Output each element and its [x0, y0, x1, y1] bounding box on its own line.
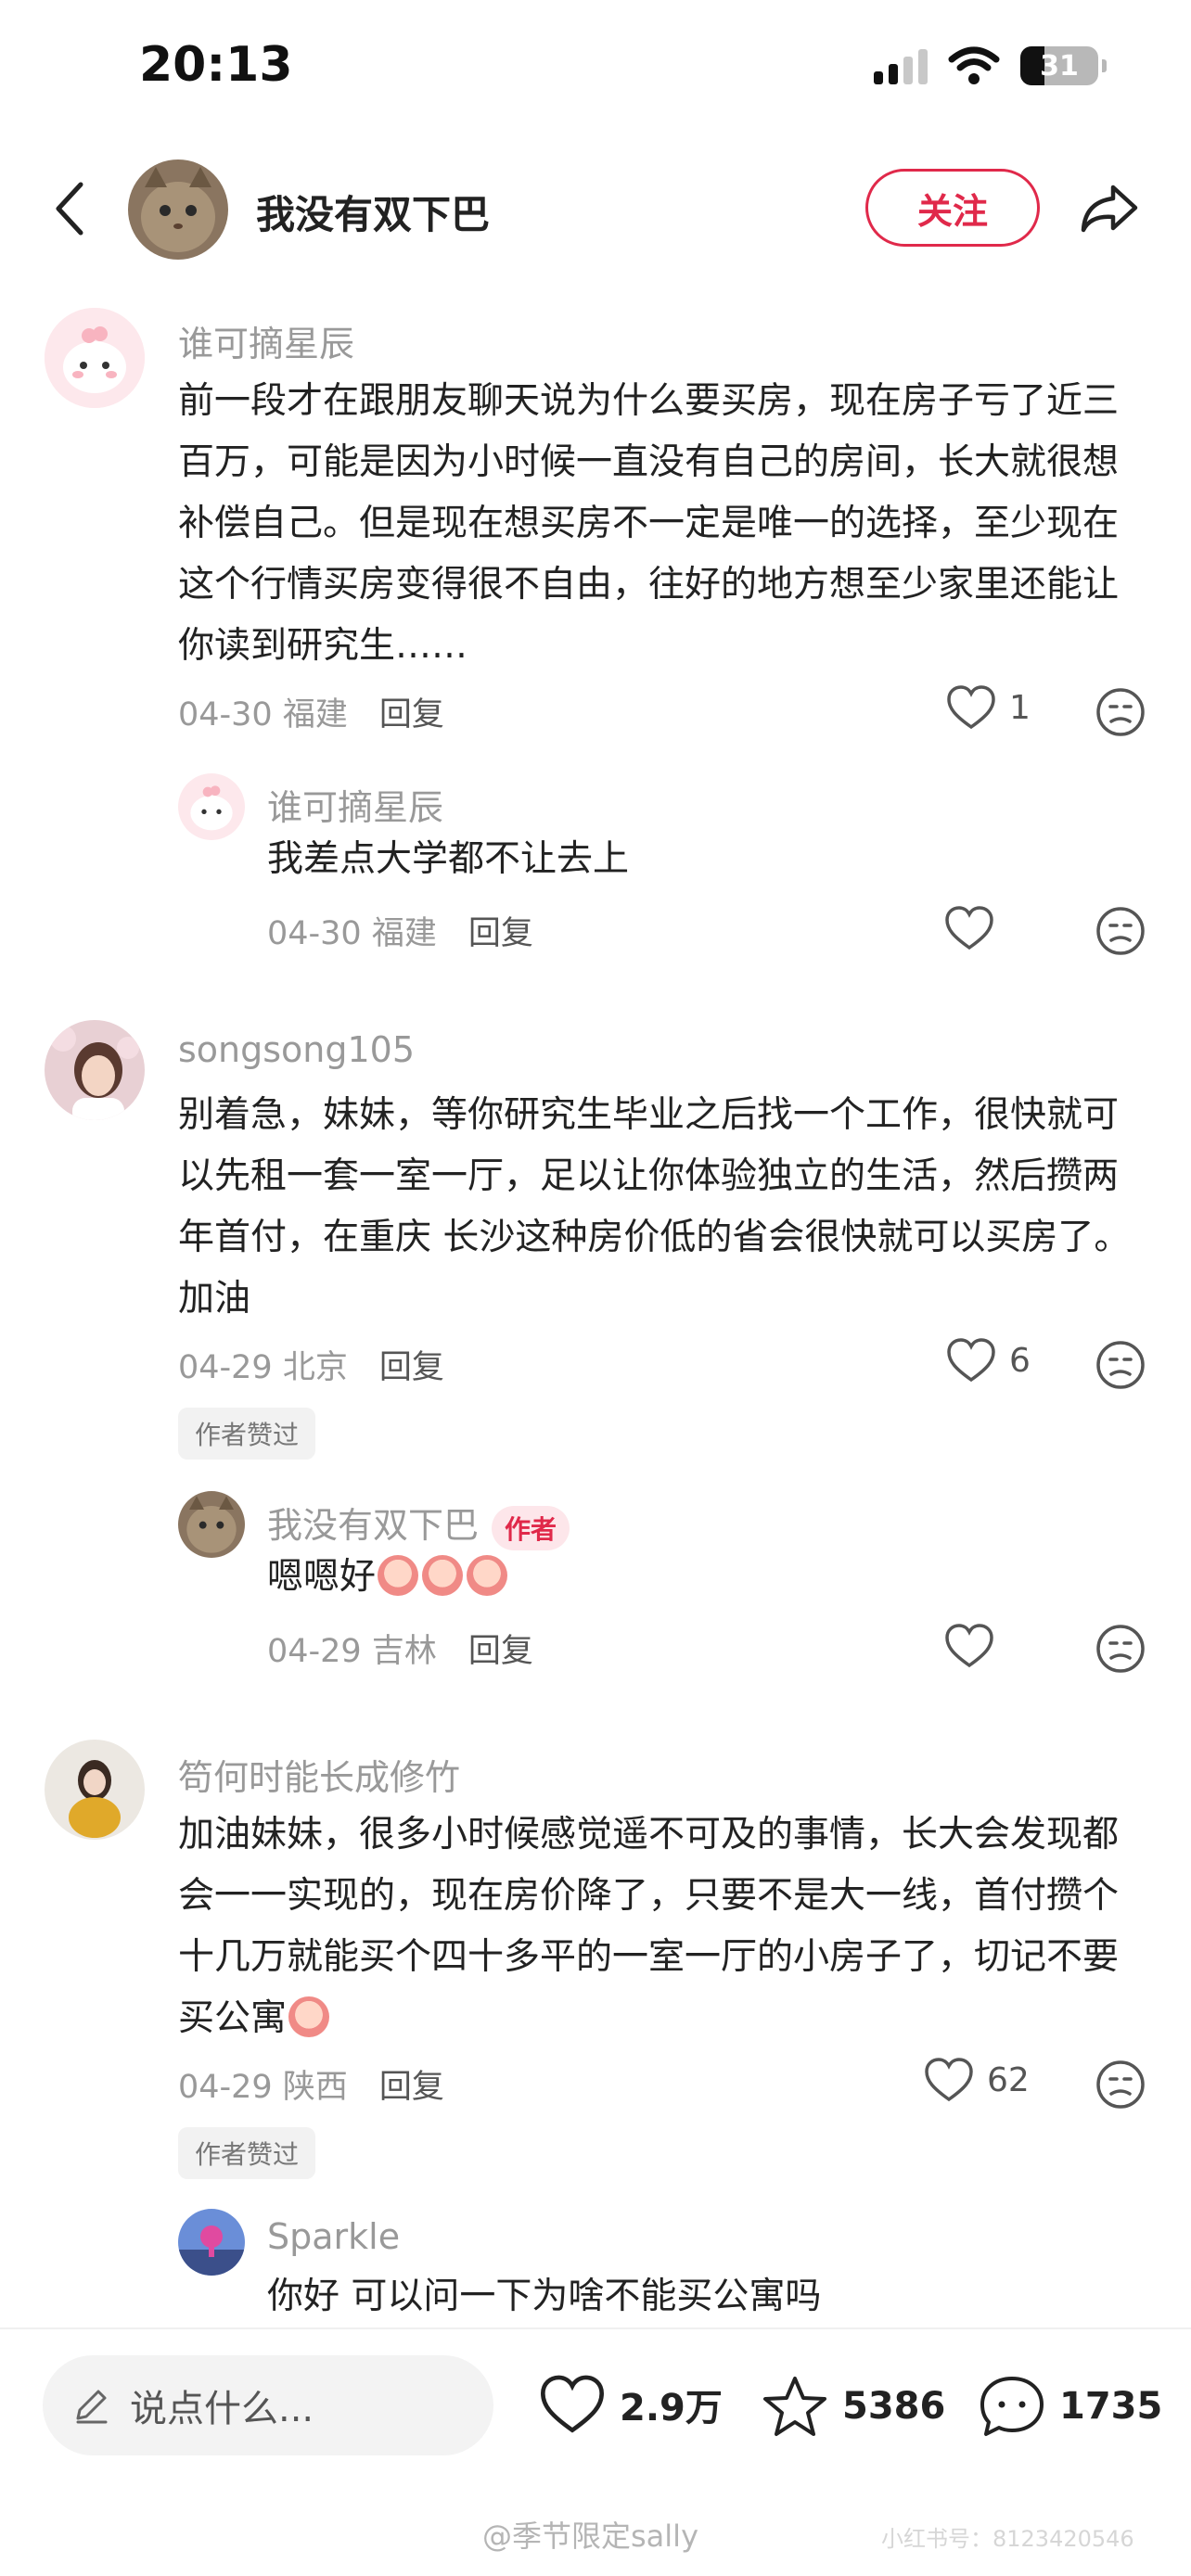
author-badge: 作者 [492, 1505, 570, 1550]
back-icon [56, 182, 83, 236]
commenter-name[interactable]: 笱何时能长成修竹 [178, 1749, 460, 1800]
wifi-icon [948, 46, 1000, 84]
dislike-face-icon[interactable] [1095, 905, 1146, 957]
like-count: 62 [987, 2060, 1030, 2099]
heart-icon [947, 685, 995, 730]
status-time: 20:13 [139, 37, 293, 93]
reply-button[interactable]: 回复 [379, 1341, 444, 1388]
comment-text: 别着急，妹妹，等你研究生毕业之后找一个工作，很快就可以先租一套一室一厅，足以让你… [178, 1094, 1131, 1320]
status-icons: 31 [874, 46, 1107, 85]
comment-date: 04-30 [178, 696, 273, 733]
reply-button[interactable]: 回复 [468, 1625, 533, 1672]
comment-input-placeholder: 说点什么... [130, 2388, 314, 2430]
follow-button[interactable]: 关注 [865, 169, 1040, 247]
like-button[interactable]: 62 [924, 2057, 1030, 2103]
chat-bubble-icon [980, 2377, 1044, 2436]
comment-divider [0, 992, 1191, 994]
comment-meta: 04-29 北京 回复 [178, 1341, 444, 1388]
author-liked-tag: 作者赞过 [178, 1408, 316, 1460]
commenter-name: 我没有双下巴 作者 [267, 1497, 570, 1550]
reply-date: 04-30 [267, 915, 362, 952]
heart-icon [945, 906, 993, 950]
commenter-name[interactable]: 谁可摘星辰 [178, 315, 354, 366]
reply-text: 你好 可以问一下为啥不能买公寓吗 [267, 2276, 822, 2317]
comment-count: 1735 [1059, 2385, 1163, 2428]
reply-location: 吉林 [371, 1633, 437, 1670]
commenter-name[interactable]: 谁可摘星辰 [267, 779, 443, 830]
comment-location: 北京 [282, 1349, 348, 1386]
author-liked-tag: 作者赞过 [178, 2127, 316, 2179]
bottom-action-bar: 说点什么... 2.9万 5386 1735 [0, 2327, 1191, 2476]
comment-date: 04-29 [178, 1349, 273, 1386]
collect-count: 5386 [842, 2385, 946, 2428]
comment-location: 陕西 [282, 2069, 348, 2106]
reply-date: 04-29 [267, 1633, 362, 1670]
dislike-face-icon[interactable] [1095, 1339, 1146, 1391]
reply-button[interactable]: 回复 [468, 907, 533, 954]
comment-meta: 04-30 福建 回复 [178, 688, 444, 735]
author-name[interactable]: 我没有双下巴 [256, 184, 490, 240]
commenter-avatar[interactable] [45, 1740, 145, 1840]
status-bar: 20:13 31 [0, 0, 1191, 139]
comment-text: 加油妹妹，很多小时候感觉遥不可及的事情，长大会发现都会一一实现的，现在房价降了，… [178, 1804, 1152, 2049]
reply-text: 我差点大学都不让去上 [267, 838, 630, 880]
note-header: 我没有双下巴 关注 [0, 148, 1191, 269]
like-button[interactable]: 1 [946, 684, 1031, 731]
dislike-face-icon[interactable] [1095, 2059, 1146, 2111]
share-button[interactable] [1074, 176, 1145, 241]
heart-icon [947, 1338, 995, 1383]
commenter-name[interactable]: songsong105 [178, 1029, 415, 1070]
heart-icon [925, 2058, 973, 2102]
heart-icon [541, 2375, 604, 2433]
commenter-avatar[interactable] [178, 773, 245, 840]
collect-button[interactable]: 5386 [761, 2374, 945, 2439]
like-button[interactable] [944, 1623, 994, 1669]
like-button[interactable]: 6 [946, 1337, 1031, 1384]
dislike-face-icon[interactable] [1095, 1623, 1146, 1675]
commenter-avatar[interactable] [178, 1491, 245, 1558]
star-icon [763, 2377, 826, 2436]
author-avatar[interactable] [128, 159, 228, 260]
share-icon [1081, 185, 1138, 233]
dislike-face-icon[interactable] [1095, 686, 1146, 738]
like-count: 1 [1009, 688, 1031, 727]
comment-text: 前一段才在跟朋友聊天说为什么要买房，现在房子亏了近三百万，可能是因为小时候一直没… [178, 380, 1120, 667]
reply-button[interactable]: 回复 [379, 2060, 444, 2108]
reply-location: 福建 [371, 915, 437, 952]
reply-meta: 04-30 福建 回复 [267, 907, 533, 954]
xhs-watermark: 小红书号：8123420546 [881, 2526, 1134, 2552]
heart-icon [945, 1624, 993, 1668]
commenter-name[interactable]: Sparkle [267, 2216, 400, 2257]
crying-emoji-icon [288, 1996, 330, 2037]
comment-input[interactable]: 说点什么... [43, 2355, 493, 2455]
weibo-watermark: @季节限定sally [482, 2519, 699, 2554]
commenter-avatar[interactable] [45, 308, 145, 408]
crying-emoji-icon [467, 1555, 508, 1596]
comment-date: 04-29 [178, 2069, 273, 2106]
like-button[interactable] [944, 905, 994, 951]
reply-button[interactable]: 回复 [379, 688, 444, 735]
comments-button[interactable]: 1735 [978, 2374, 1162, 2439]
pencil-icon [76, 2390, 108, 2424]
battery-level: 31 [1040, 49, 1079, 83]
reply-text: 嗯嗯好 [267, 1547, 1148, 1608]
comment-location: 福建 [282, 696, 348, 733]
reply-author-name[interactable]: 我没有双下巴 [267, 1505, 479, 1546]
reply-meta: 04-29 吉林 回复 [267, 1625, 533, 1672]
battery-icon: 31 [1020, 46, 1107, 85]
crying-emoji-icon [422, 1555, 464, 1596]
like-count: 6 [1009, 1341, 1031, 1380]
commenter-avatar[interactable] [45, 1020, 145, 1120]
commenter-avatar[interactable] [178, 2209, 245, 2276]
reply-text-content: 嗯嗯好 [267, 1556, 377, 1598]
note-like-count: 2.9万 [620, 2387, 723, 2429]
comment-meta: 04-29 陕西 回复 [178, 2060, 444, 2108]
crying-emoji-icon [378, 1555, 419, 1596]
note-like-button[interactable]: 2.9万 [538, 2374, 723, 2435]
signal-icon [874, 47, 928, 84]
bottom-bar-divider [0, 2327, 1191, 2329]
back-button[interactable] [37, 176, 102, 241]
